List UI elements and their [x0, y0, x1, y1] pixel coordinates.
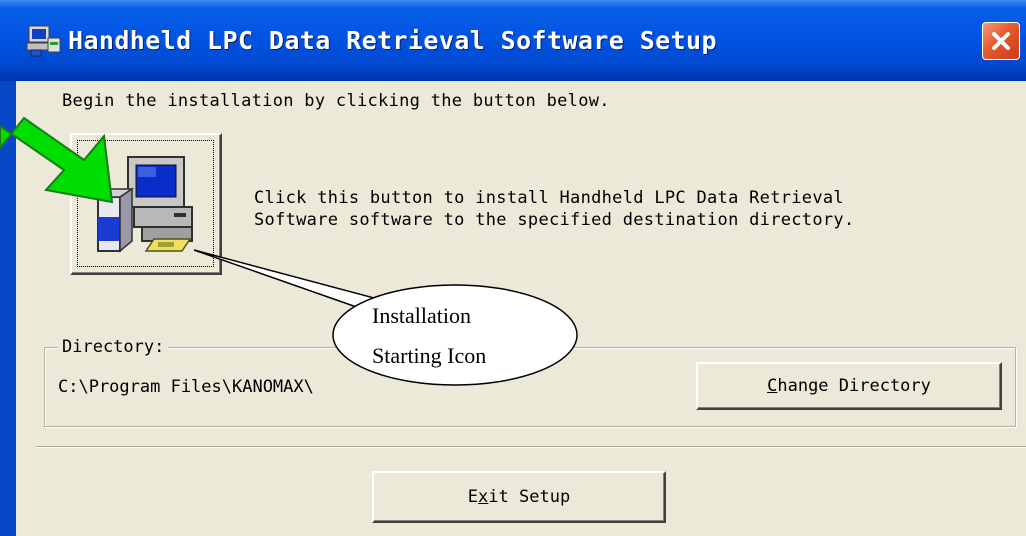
callout-line-2: Starting Icon: [372, 343, 487, 368]
title-bar[interactable]: Handheld LPC Data Retrieval Software Set…: [0, 0, 1026, 81]
separator: [36, 446, 1026, 448]
install-button[interactable]: [70, 133, 222, 275]
computer-install-icon: [95, 156, 193, 253]
close-icon: [992, 32, 1010, 50]
change-directory-label: hange Directory: [777, 376, 931, 396]
window-frame-left: [0, 81, 16, 536]
dialog-body: Begin the installation by clicking the b…: [16, 81, 1026, 536]
exit-setup-button[interactable]: Exit Setup: [372, 471, 666, 523]
setup-icon: [26, 24, 62, 58]
directory-path: C:\Program Files\KANOMAX\: [58, 377, 314, 397]
exit-setup-mnemonic: x: [478, 487, 489, 507]
install-description-line-1: Click this button to install Handheld LP…: [254, 188, 844, 208]
setup-window: Handheld LPC Data Retrieval Software Set…: [0, 0, 1026, 536]
exit-setup-prefix: E: [467, 487, 479, 507]
close-button[interactable]: [982, 22, 1020, 60]
change-directory-button[interactable]: Change Directory: [696, 362, 1002, 410]
exit-setup-label: it Setup: [488, 487, 571, 507]
directory-label: Directory:: [58, 337, 169, 357]
install-description: Click this button to install Handheld LP…: [254, 187, 855, 231]
instruction-text: Begin the installation by clicking the b…: [62, 91, 610, 111]
window-title: Handheld LPC Data Retrieval Software Set…: [68, 26, 717, 55]
callout-line-1: Installation: [372, 303, 471, 328]
change-directory-mnemonic: C: [767, 376, 778, 396]
install-description-line-2: Software software to the specified desti…: [254, 210, 855, 230]
